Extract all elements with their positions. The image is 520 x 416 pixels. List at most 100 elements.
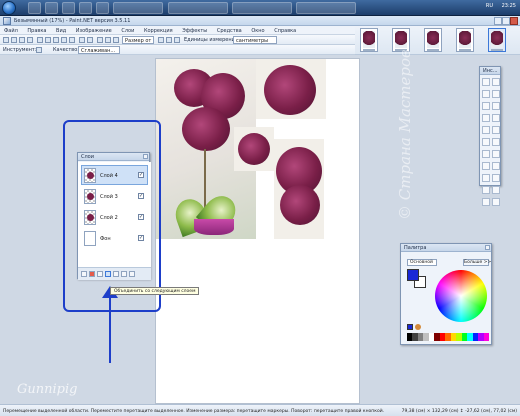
image-thumbnail[interactable] <box>360 28 378 52</box>
pencil-icon[interactable] <box>482 150 490 158</box>
layer-row-background[interactable]: Фон ✓ <box>81 228 148 248</box>
taskbar-app-button[interactable] <box>232 2 292 14</box>
print-icon[interactable] <box>27 37 33 43</box>
magic-wand-icon[interactable] <box>482 114 490 122</box>
zoom-icon[interactable] <box>492 102 500 110</box>
primary-color-mini <box>407 324 413 330</box>
save-icon[interactable] <box>19 37 25 43</box>
palette-mode-select[interactable]: Основной <box>407 259 437 266</box>
open-icon[interactable] <box>11 37 17 43</box>
language-indicator[interactable]: RU <box>486 3 493 9</box>
menu-layers[interactable]: Слои <box>117 26 138 34</box>
add-layer-icon[interactable] <box>81 271 87 277</box>
taskbar-app-button[interactable] <box>168 2 228 14</box>
layer-visibility-checkbox[interactable]: ✓ <box>138 172 144 178</box>
layer-visibility-checkbox[interactable]: ✓ <box>138 214 144 220</box>
taskbar-app-button[interactable] <box>296 2 356 14</box>
deselect-icon[interactable] <box>69 37 75 43</box>
text-icon[interactable] <box>482 174 490 182</box>
menu-file[interactable]: Файл <box>0 26 22 34</box>
rectangle-icon[interactable] <box>482 186 490 194</box>
duplicate-layer-icon[interactable] <box>97 271 103 277</box>
image-thumbnail[interactable] <box>456 28 474 52</box>
move-icon[interactable] <box>492 78 500 86</box>
taskbar-app-button[interactable] <box>62 2 75 14</box>
redo-icon[interactable] <box>87 37 93 43</box>
menu-effects[interactable]: Эффекты <box>178 26 211 34</box>
minimize-button[interactable] <box>494 17 502 25</box>
color-reset-icon[interactable] <box>415 324 421 330</box>
copy-icon[interactable] <box>45 37 51 43</box>
tools-panel: Инс... <box>479 66 501 206</box>
image-thumbnail-active[interactable] <box>488 28 506 52</box>
pan-icon[interactable] <box>492 114 500 122</box>
menu-view[interactable]: Вид <box>52 26 70 34</box>
layer-row-2[interactable]: Слой 2 ✓ <box>81 207 148 227</box>
taskbar-app-button-active[interactable] <box>113 2 163 14</box>
close-button[interactable] <box>510 17 518 25</box>
taskbar-app-button[interactable] <box>96 2 109 14</box>
color-wheel[interactable] <box>435 270 487 322</box>
main-toolbar: Размер от Единицы измерения сантиметры <box>0 35 355 45</box>
layer-visibility-checkbox[interactable]: ✓ <box>138 193 144 199</box>
undo-icon[interactable] <box>79 37 85 43</box>
line-icon[interactable] <box>492 174 500 182</box>
layer-row-3[interactable]: Слой 3 ✓ <box>81 186 148 206</box>
start-button[interactable] <box>2 1 16 15</box>
palette-more-button[interactable]: Больше >> <box>463 259 491 266</box>
zoom-combo[interactable]: Размер от <box>122 36 154 44</box>
menu-edit[interactable]: Правка <box>23 26 50 34</box>
ellipse-icon[interactable] <box>482 198 490 206</box>
menu-utilities[interactable]: Средства <box>213 26 246 34</box>
ellipse-select-icon[interactable] <box>482 102 490 110</box>
maximize-button[interactable] <box>502 17 510 25</box>
lasso-icon[interactable] <box>482 90 490 98</box>
new-icon[interactable] <box>3 37 9 43</box>
layer-properties-icon[interactable] <box>129 271 135 277</box>
crop-icon[interactable] <box>61 37 67 43</box>
menu-window[interactable]: Окно <box>247 26 268 34</box>
menu-adjustments[interactable]: Коррекция <box>140 26 177 34</box>
clock[interactable]: 23:25 <box>502 3 516 9</box>
image-canvas[interactable] <box>155 58 360 404</box>
gradient-icon[interactable] <box>492 126 500 134</box>
paintbrush-icon[interactable] <box>482 138 490 146</box>
rulers-toggle-icon[interactable] <box>174 37 180 43</box>
paint-bucket-icon[interactable] <box>482 126 490 134</box>
zoom-icon[interactable] <box>158 37 164 43</box>
rounded-rectangle-icon[interactable] <box>492 186 500 194</box>
clone-stamp-icon[interactable] <box>482 162 490 170</box>
taskbar-app-button[interactable] <box>28 2 41 14</box>
taskbar-app-button[interactable] <box>45 2 58 14</box>
layer-row-4[interactable]: Слой 4 ✓ <box>81 165 148 185</box>
settings-icon[interactable] <box>105 37 111 43</box>
recolor-icon[interactable] <box>492 162 500 170</box>
freeform-shape-icon[interactable] <box>492 198 500 206</box>
grid-toggle-icon[interactable] <box>166 37 172 43</box>
close-icon[interactable] <box>485 245 490 250</box>
move-layer-up-icon[interactable] <box>113 271 119 277</box>
rectangle-select-icon[interactable] <box>482 78 490 86</box>
cut-icon[interactable] <box>37 37 43 43</box>
watermark-signature: Gunnipig <box>17 382 78 397</box>
menu-help[interactable]: Справка <box>270 26 300 34</box>
menu-image[interactable]: Изображение <box>72 26 116 34</box>
color-picker-icon[interactable] <box>492 150 500 158</box>
units-select[interactable]: сантиметры <box>233 36 277 44</box>
close-icon[interactable] <box>143 154 148 159</box>
paste-icon[interactable] <box>53 37 59 43</box>
move-selection-icon[interactable] <box>492 90 500 98</box>
palette-color-strip[interactable] <box>407 333 490 341</box>
move-layer-down-icon[interactable] <box>121 271 127 277</box>
image-thumbnail[interactable] <box>424 28 442 52</box>
quality-select[interactable]: Сглаживан... <box>78 46 120 54</box>
grid-icon[interactable] <box>97 37 103 43</box>
merge-layer-down-icon[interactable] <box>105 271 111 277</box>
move-selection-icon[interactable] <box>36 47 42 53</box>
ruler-icon[interactable] <box>113 37 119 43</box>
taskbar-app-button[interactable] <box>79 2 92 14</box>
eraser-icon[interactable] <box>492 138 500 146</box>
primary-color-swatch[interactable] <box>407 269 419 281</box>
layer-visibility-checkbox[interactable]: ✓ <box>138 235 144 241</box>
delete-layer-icon[interactable] <box>89 271 95 277</box>
